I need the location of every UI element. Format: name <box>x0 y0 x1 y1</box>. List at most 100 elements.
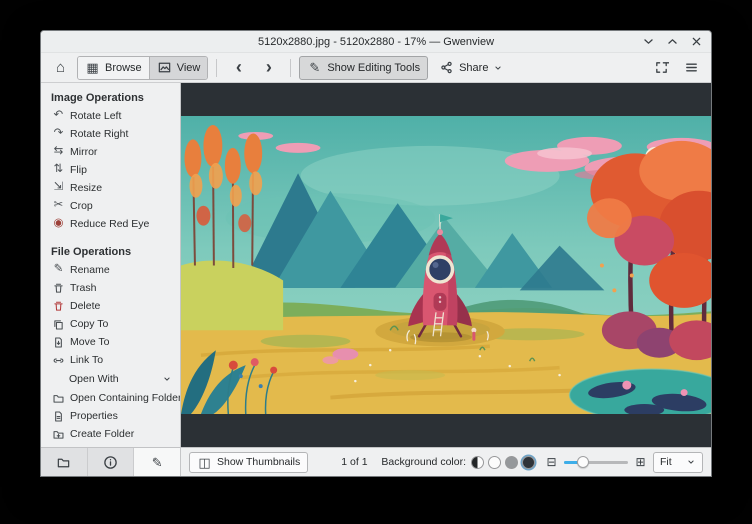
sidebar-item-rename[interactable]: ✎ Rename <box>41 261 180 279</box>
share-button[interactable]: Share <box>431 56 511 80</box>
item-label: Delete <box>70 300 101 312</box>
file-operations-title: File Operations <box>51 246 132 258</box>
swatch-dark[interactable] <box>522 455 535 469</box>
copy-icon <box>52 318 65 331</box>
maximize-button[interactable] <box>665 34 680 49</box>
resize-icon: ⇲ <box>53 181 64 194</box>
tab-operations[interactable]: ✎ <box>134 448 181 476</box>
mode-switcher: ▦ Browse View <box>77 55 209 80</box>
item-label: Properties <box>70 410 118 422</box>
view-mode-button[interactable]: View <box>149 56 208 79</box>
image-counter: 1 of 1 <box>341 456 368 468</box>
sidebar-item-open-containing-folder[interactable]: Open Containing Folder <box>41 389 180 407</box>
background-color-label: Background color: <box>381 456 466 468</box>
browse-mode-button[interactable]: ▦ Browse <box>78 56 150 79</box>
sidebar-item-move-to[interactable]: Move To <box>41 333 180 351</box>
folder-icon <box>52 392 65 405</box>
swatch-gray[interactable] <box>505 455 518 469</box>
share-icon <box>439 60 454 75</box>
swatch-auto[interactable] <box>471 455 484 469</box>
show-thumbnails-button[interactable]: ◫ Show Thumbnails <box>189 451 309 473</box>
sidebar-item-rotate-left[interactable]: ↶ Rotate Left <box>41 107 180 125</box>
toolbar-separator <box>216 58 218 77</box>
zoom-mode-value: Fit <box>660 456 672 468</box>
open-with-dropdown[interactable]: Open With <box>41 369 180 389</box>
window-title: 5120x2880.jpg - 5120x2880 - 17% — Gwenvi… <box>257 35 495 48</box>
sidebar-item-rotate-right[interactable]: ↷ Rotate Right <box>41 125 180 143</box>
window-controls <box>641 31 704 52</box>
zoom-slider[interactable] <box>564 455 628 470</box>
desktop-background: 5120x2880.jpg - 5120x2880 - 17% — Gwenvi… <box>0 0 752 524</box>
tab-information[interactable] <box>88 448 135 476</box>
statusbar: ◫ Show Thumbnails 1 of 1 Background colo… <box>181 448 711 476</box>
image-viewport[interactable] <box>181 83 711 447</box>
swatch-light[interactable] <box>488 455 501 469</box>
tab-folders[interactable] <box>41 448 88 476</box>
show-editing-tools-button[interactable]: ✎ Show Editing Tools <box>299 55 429 80</box>
item-label: Crop <box>70 200 93 212</box>
flip-icon: ⇅ <box>53 163 64 176</box>
displayed-image <box>181 116 711 414</box>
red-eye-icon: ◉ <box>53 217 64 230</box>
sidebar-tabbar: ✎ <box>41 448 181 476</box>
minimize-button[interactable] <box>641 34 656 49</box>
home-button[interactable]: ⌂ <box>47 56 74 80</box>
open-with-label: Open With <box>69 373 119 385</box>
item-label: Rotate Left <box>70 110 122 122</box>
toolbar-separator <box>290 58 292 77</box>
sidebar-item-properties[interactable]: Properties <box>41 407 180 425</box>
sidebar-item-crop[interactable]: ✂ Crop <box>41 197 180 215</box>
properties-icon <box>52 410 65 423</box>
sidebar-item-copy-to[interactable]: Copy To <box>41 315 180 333</box>
next-arrow-icon: › <box>265 56 272 77</box>
info-icon <box>103 455 118 470</box>
item-label: Open Containing Folder <box>70 392 181 404</box>
zoom-slider-handle[interactable] <box>577 455 590 468</box>
close-button[interactable] <box>689 34 704 49</box>
sidebar-item-create-folder[interactable]: Create Folder <box>41 425 180 443</box>
item-label: Rotate Right <box>70 128 129 140</box>
sidebar-item-trash[interactable]: Trash <box>41 279 180 297</box>
fullscreen-button[interactable] <box>648 56 675 80</box>
fullscreen-icon <box>654 60 669 75</box>
zoom-out-icon[interactable]: ⊟ <box>544 455 559 470</box>
titlebar[interactable]: 5120x2880.jpg - 5120x2880 - 17% — Gwenvi… <box>41 31 711 53</box>
trash-icon <box>52 282 65 295</box>
previous-arrow-icon: ‹ <box>235 56 242 77</box>
chevron-down-icon <box>493 63 503 73</box>
sidebar-item-delete[interactable]: Delete <box>41 297 180 315</box>
sidebar-item-flip[interactable]: ⇅ Flip <box>41 161 180 179</box>
chevron-down-icon <box>162 374 172 384</box>
item-label: Trash <box>70 282 97 294</box>
rename-pencil-icon: ✎ <box>53 263 64 276</box>
view-image-icon <box>157 60 172 75</box>
item-label: Mirror <box>70 146 98 158</box>
sidebar-item-mirror[interactable]: ⇆ Mirror <box>41 143 180 161</box>
show-thumbnails-label: Show Thumbnails <box>217 456 301 468</box>
next-image-button[interactable]: › <box>255 56 282 80</box>
sidebar-item-resize[interactable]: ⇲ Resize <box>41 179 180 197</box>
rotate-left-icon: ↶ <box>53 109 64 122</box>
menu-button[interactable] <box>678 56 705 80</box>
bottom-strip: ✎ ◫ Show Thumbnails 1 of 1 Background co… <box>41 447 711 476</box>
browse-label: Browse <box>105 61 142 74</box>
item-label: Rename <box>70 264 110 276</box>
home-icon: ⌂ <box>55 59 66 76</box>
previous-image-button[interactable]: ‹ <box>225 56 252 80</box>
folder-icon <box>56 455 71 470</box>
create-folder-icon <box>52 428 65 441</box>
background-color-swatches <box>471 455 535 469</box>
link-icon <box>52 354 65 367</box>
rotate-right-icon: ↷ <box>53 127 64 140</box>
item-label: Create Folder <box>70 428 135 440</box>
zoom-in-icon[interactable]: ⊞ <box>633 455 648 470</box>
crop-icon: ✂ <box>53 199 64 212</box>
item-label: Move To <box>70 336 110 348</box>
sidebar-item-link-to[interactable]: Link To <box>41 351 180 369</box>
sidebar-item-reduce-red-eye[interactable]: ◉ Reduce Red Eye <box>41 215 180 233</box>
browse-grid-icon: ▦ <box>86 60 99 75</box>
share-label: Share <box>459 61 489 74</box>
view-label: View <box>176 61 201 74</box>
zoom-mode-select[interactable]: Fit <box>653 451 703 473</box>
item-label: Copy To <box>70 318 109 330</box>
